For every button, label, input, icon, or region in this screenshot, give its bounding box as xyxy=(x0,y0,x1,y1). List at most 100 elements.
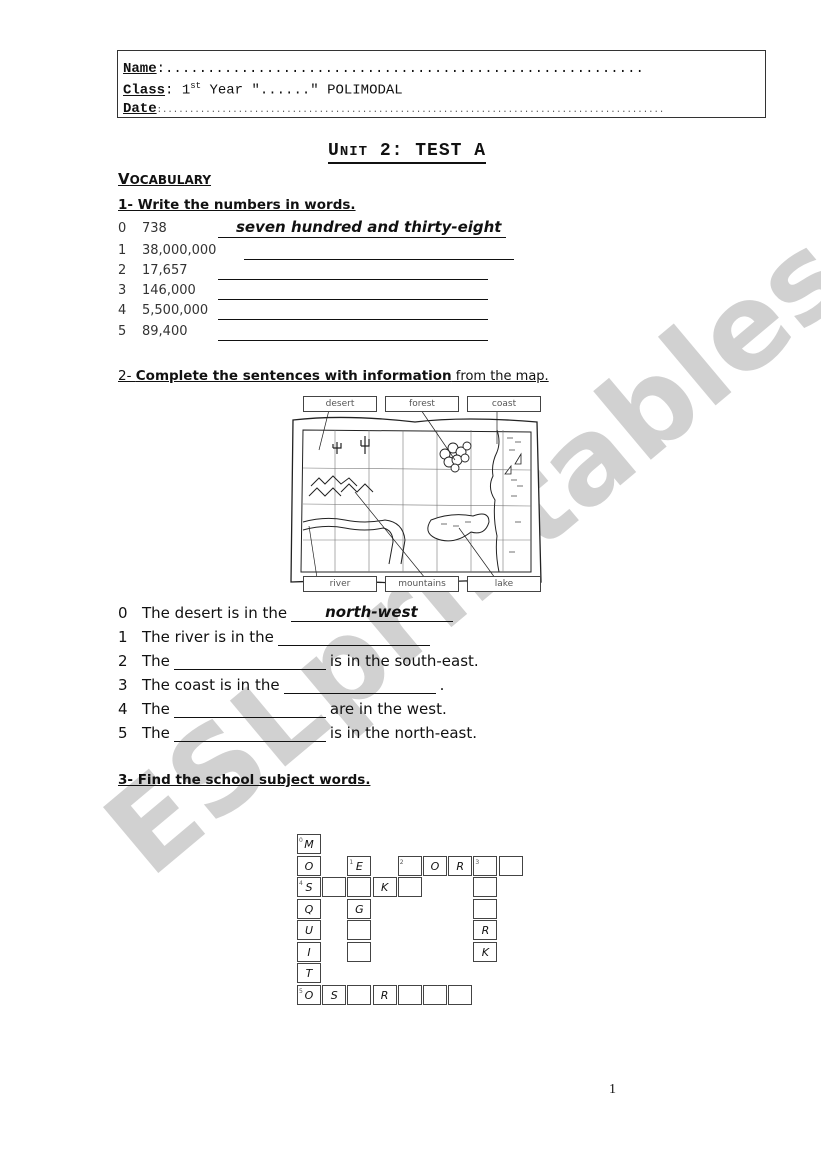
answer-field[interactable] xyxy=(244,243,514,260)
crossword-cell[interactable] xyxy=(473,877,498,897)
sentence-index: 2 xyxy=(118,652,128,670)
sentence-blank[interactable] xyxy=(173,652,326,670)
crossword-cell[interactable] xyxy=(322,877,347,897)
crossword-cell[interactable]: K xyxy=(473,941,498,962)
cell-letter: O xyxy=(304,859,314,873)
number-value: 5,500,000 xyxy=(142,303,209,318)
number-row: 1 38,000,000 xyxy=(118,243,538,263)
crossword-cell[interactable]: G xyxy=(347,898,372,919)
crossword-cell[interactable]: Q xyxy=(297,898,321,919)
cell-letter: G xyxy=(355,902,364,916)
name-dots: :.......................................… xyxy=(156,61,644,77)
sentence-blank[interactable] xyxy=(283,676,436,694)
clue-number: 3 xyxy=(475,858,480,866)
number-value: 38,000,000 xyxy=(142,243,217,258)
row-index: 3 xyxy=(118,283,127,298)
clue-number: 2 xyxy=(399,858,404,866)
sentence-after: are in the west. xyxy=(329,700,447,718)
crossword-cell[interactable] xyxy=(347,984,372,1005)
sentence-index: 5 xyxy=(118,724,128,742)
crossword-cell[interactable] xyxy=(423,984,447,1005)
sentence-after: is in the south-east. xyxy=(329,652,479,670)
answer-field[interactable] xyxy=(218,324,488,341)
cell-letter: Q xyxy=(304,902,314,916)
clue-number: 5 xyxy=(299,987,303,995)
sentence-answer: north-west xyxy=(325,603,418,621)
page-number: 1 xyxy=(609,1082,616,1097)
cell-letter: K xyxy=(380,881,389,894)
clue-number: 4 xyxy=(299,880,303,887)
answer-field[interactable] xyxy=(218,283,488,300)
crossword-cell[interactable]: K xyxy=(372,877,397,897)
crossword-cell[interactable]: 5O xyxy=(297,984,321,1005)
crossword-cell[interactable]: 3 xyxy=(473,855,498,876)
sentence-blank[interactable] xyxy=(173,724,326,742)
number-value: 89,400 xyxy=(142,324,188,339)
crossword-cell[interactable] xyxy=(347,877,372,897)
cell-letter: I xyxy=(307,945,311,959)
crossword-cell[interactable]: O xyxy=(423,855,447,876)
crossword-cell[interactable]: O xyxy=(297,855,321,876)
crossword-cell[interactable]: U xyxy=(297,920,321,940)
cell-letter: M xyxy=(304,838,314,851)
map-label-mountains: mountains xyxy=(385,576,459,592)
cell-letter: R xyxy=(481,924,490,937)
crossword-cell[interactable]: 4S xyxy=(297,877,321,897)
map-figure: desert forest coast river mountains lake xyxy=(285,392,545,594)
sentence-after: is in the north-east. xyxy=(329,724,478,742)
number-value: 17,657 xyxy=(142,263,188,278)
section-vocabulary: VOCABULARY xyxy=(118,170,212,188)
map-label-lake: lake xyxy=(467,576,541,592)
number-value: 738 xyxy=(142,221,167,236)
map-label-river: river xyxy=(303,576,377,592)
class-label: Class xyxy=(123,82,166,99)
crossword-cell[interactable] xyxy=(473,898,498,919)
crossword-cell[interactable]: R xyxy=(372,984,397,1005)
crossword-cell[interactable] xyxy=(347,920,372,940)
crossword-cell[interactable]: 1E xyxy=(347,855,372,876)
cell-letter: O xyxy=(304,988,314,1002)
sentence-before: The xyxy=(142,724,170,742)
map-label-desert: desert xyxy=(303,396,377,412)
crossword-cell[interactable]: T xyxy=(297,963,321,983)
answer-field[interactable] xyxy=(218,303,488,320)
sentence-blank[interactable] xyxy=(277,628,430,646)
number-value: 146,000 xyxy=(142,283,196,298)
crossword-cell[interactable] xyxy=(498,855,523,876)
clue-number: 0 xyxy=(299,837,303,844)
sentence-blank[interactable]: north-west xyxy=(291,603,454,622)
crossword-cell[interactable]: S xyxy=(322,984,347,1005)
sentence-before: The xyxy=(142,652,170,670)
sentence-before: The xyxy=(142,700,170,718)
sentence-after: . xyxy=(439,676,445,694)
crossword-cell[interactable] xyxy=(397,877,422,897)
sentence-before: The river is in the xyxy=(142,628,274,646)
crossword-cell[interactable]: I xyxy=(297,941,321,962)
sentence-index: 4 xyxy=(118,700,128,718)
crossword-cell[interactable] xyxy=(347,941,372,962)
sentence-blank[interactable] xyxy=(173,700,326,718)
name-line[interactable]: Name:...................................… xyxy=(123,61,763,77)
crossword-cell[interactable]: R xyxy=(473,920,498,940)
answer-field[interactable] xyxy=(218,263,488,280)
clue-number: 1 xyxy=(349,858,354,866)
cell-letter: R xyxy=(380,988,389,1002)
name-label: Name xyxy=(123,61,157,77)
number-row: 0 738 seven hundred and thirty-eight xyxy=(118,218,538,241)
map-label-forest: forest xyxy=(385,396,459,412)
crossword-cell[interactable] xyxy=(448,984,473,1005)
sentence-before: The coast is in the xyxy=(142,676,280,694)
cell-letter: U xyxy=(304,924,314,937)
crossword-cell[interactable] xyxy=(397,984,422,1005)
date-label: Date xyxy=(123,101,157,117)
sentence-before: The desert is in the xyxy=(142,604,288,622)
exercise2-heading: 2- Complete the sentences with informati… xyxy=(118,368,549,384)
crossword-cell[interactable]: 0M xyxy=(297,834,321,854)
crossword-cell[interactable]: 2 xyxy=(397,855,422,876)
crossword-cell[interactable]: R xyxy=(448,855,473,876)
date-line[interactable]: Date:...................................… xyxy=(123,101,664,117)
row-index: 1 xyxy=(118,243,127,258)
cell-letter: S xyxy=(305,881,313,894)
sentence-index: 3 xyxy=(118,676,128,694)
number-row: 4 5,500,000 xyxy=(118,303,538,323)
